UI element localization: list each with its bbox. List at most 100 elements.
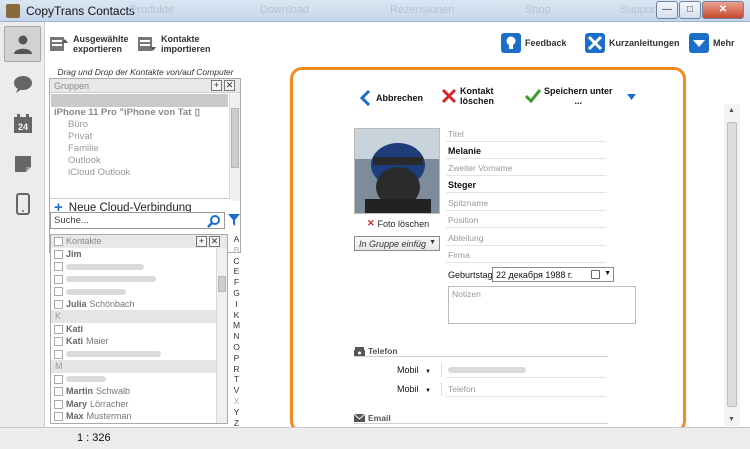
editor-scrollbar[interactable]: ▲ ▼ xyxy=(724,104,740,426)
alphabet-letter[interactable]: F xyxy=(231,277,242,288)
export-selected-button[interactable]: Ausgewählte exportieren xyxy=(49,34,129,54)
birthday-date-picker[interactable]: 22 декабря 1988 г. ▼ xyxy=(492,267,614,282)
contact-checkbox[interactable] xyxy=(54,349,63,359)
contact-checkbox[interactable] xyxy=(54,374,63,384)
filter-icon[interactable] xyxy=(227,213,241,227)
group-item[interactable]: iCloud Outlook xyxy=(50,167,240,179)
add-group-button[interactable]: + xyxy=(211,80,222,91)
position-field[interactable]: Position xyxy=(448,215,478,225)
contact-row[interactable] xyxy=(51,348,227,361)
phone-type-2[interactable]: Mobil ▼ xyxy=(397,384,431,394)
save-dropdown-arrow-icon[interactable] xyxy=(627,94,636,100)
close-button[interactable]: ✕ xyxy=(702,1,744,19)
alphabet-letter[interactable]: A xyxy=(231,234,242,245)
phone-type-1[interactable]: Mobil ▼ xyxy=(397,365,431,375)
feedback-button[interactable]: Feedback xyxy=(501,33,567,53)
scroll-up-icon[interactable]: ▲ xyxy=(728,107,735,114)
phone-value-2[interactable]: Telefon xyxy=(448,384,475,394)
contact-checkbox[interactable] xyxy=(54,249,63,259)
contact-row[interactable]: Kati Maier xyxy=(51,335,227,348)
alphabet-letter[interactable]: B xyxy=(231,245,242,256)
nickname-field[interactable]: Spitzname xyxy=(448,198,488,208)
search-input[interactable]: Suche... xyxy=(50,212,225,229)
notes-field[interactable]: Notizen xyxy=(448,286,636,324)
alphabet-letter[interactable]: V xyxy=(231,385,242,396)
contact-checkbox[interactable] xyxy=(54,337,63,346)
group-item[interactable]: Privat xyxy=(50,131,240,143)
contact-row[interactable]: Kati xyxy=(51,323,227,336)
contact-row[interactable] xyxy=(51,273,227,286)
maximize-button[interactable]: □ xyxy=(679,1,701,19)
nav-messages[interactable] xyxy=(4,66,41,102)
alphabet-letter[interactable]: M xyxy=(231,320,242,331)
groups-scrollbar[interactable] xyxy=(229,94,240,201)
alphabet-letter[interactable]: G xyxy=(231,288,242,299)
add-to-group-combo[interactable]: In Gruppe einfüg ▼ xyxy=(354,236,440,251)
contact-row[interactable] xyxy=(51,260,227,273)
phone-value-1[interactable] xyxy=(448,367,526,373)
contact-checkbox[interactable] xyxy=(54,324,63,334)
contact-row[interactable]: Mary Lörracher xyxy=(51,398,227,411)
company-field[interactable]: Firma xyxy=(448,250,470,260)
group-item[interactable]: Familie xyxy=(50,143,240,155)
alphabet-letter[interactable]: P xyxy=(231,353,242,364)
import-contacts-button[interactable]: Kontakte importieren xyxy=(137,34,211,54)
alphabet-letter[interactable]: N xyxy=(231,331,242,342)
contact-checkbox[interactable] xyxy=(54,412,63,421)
contact-row[interactable] xyxy=(51,285,227,298)
alphabet-letter[interactable]: Y xyxy=(231,407,242,418)
alphabet-letter[interactable]: T xyxy=(231,374,242,385)
alphabet-letter[interactable]: X xyxy=(231,396,242,407)
contact-checkbox[interactable] xyxy=(54,287,63,296)
middle-name-field[interactable]: Zweiter Vorname xyxy=(448,163,512,173)
alphabet-letter[interactable]: E xyxy=(231,266,242,277)
contact-row[interactable] xyxy=(51,373,227,386)
delete-group-button[interactable]: ✕ xyxy=(224,80,235,91)
select-all-checkbox[interactable] xyxy=(54,237,63,246)
delete-contact-button[interactable]: Kontakt löschen xyxy=(441,86,494,106)
contact-row[interactable]: Jim xyxy=(51,248,227,261)
nav-contacts[interactable] xyxy=(4,26,41,62)
add-contact-button[interactable]: + xyxy=(196,236,207,247)
nav-calendar[interactable]: 24 xyxy=(4,106,41,142)
contacts-scrollbar[interactable] xyxy=(216,248,227,423)
title-field[interactable]: Titel xyxy=(448,129,464,139)
minimize-button[interactable]: — xyxy=(656,1,678,19)
alphabet-letter[interactable]: K xyxy=(231,310,242,321)
scrollbar-thumb[interactable] xyxy=(218,276,226,292)
bg-menu-item: Shop xyxy=(525,4,551,16)
scroll-down-icon[interactable]: ▼ xyxy=(728,416,735,423)
nav-device[interactable] xyxy=(4,186,41,222)
contact-checkbox[interactable] xyxy=(54,387,63,396)
more-button[interactable]: Mehr xyxy=(689,33,735,53)
delete-photo-button[interactable]: ✕ Foto löschen xyxy=(367,218,429,229)
last-name-field[interactable]: Steger xyxy=(448,180,476,190)
contact-checkbox[interactable] xyxy=(54,274,63,284)
device-group[interactable]: iPhone 11 Pro "iPhone von Tat ▯ xyxy=(50,107,240,119)
scrollbar-thumb[interactable] xyxy=(727,122,737,407)
contact-checkbox[interactable] xyxy=(54,299,63,309)
all-contacts-row[interactable] xyxy=(51,94,228,107)
guides-button[interactable]: Kurzanleitungen xyxy=(585,33,680,53)
contact-checkbox[interactable] xyxy=(54,399,63,409)
alphabet-letter[interactable]: I xyxy=(231,299,242,310)
cancel-button[interactable]: Abbrechen xyxy=(359,90,423,106)
contact-row[interactable]: Julia Schönbach xyxy=(51,298,227,311)
scrollbar-thumb[interactable] xyxy=(231,108,239,168)
group-item[interactable]: Outlook xyxy=(50,155,240,167)
search-icon[interactable] xyxy=(207,214,221,228)
first-name-field[interactable]: Melanie xyxy=(448,146,481,156)
save-as-button[interactable]: Speichern unter... xyxy=(525,86,613,106)
department-field[interactable]: Abteilung xyxy=(448,233,483,243)
nav-notes[interactable] xyxy=(4,146,41,182)
delete-contact-button[interactable]: ✕ xyxy=(209,236,220,247)
alphabet-letter[interactable]: R xyxy=(231,364,242,375)
alphabet-letter[interactable]: C xyxy=(231,256,242,267)
contact-row[interactable]: Max Musterman xyxy=(51,410,227,423)
birthday-label: Geburtstag xyxy=(448,270,493,280)
group-item[interactable]: Büro xyxy=(50,119,240,131)
alphabet-letter[interactable]: O xyxy=(231,342,242,353)
contact-row[interactable]: Martin Schwalb xyxy=(51,385,227,398)
contact-photo[interactable] xyxy=(354,128,440,214)
contact-checkbox[interactable] xyxy=(54,262,63,271)
